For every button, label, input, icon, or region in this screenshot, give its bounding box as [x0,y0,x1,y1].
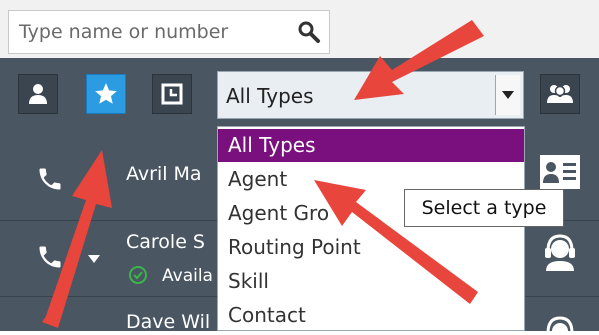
type-filter-select[interactable]: All Types [217,71,524,119]
search-icon[interactable] [297,20,321,44]
person-icon [29,84,47,104]
select-dropdown-button[interactable] [495,75,520,115]
tooltip: Select a type [404,189,564,227]
dropdown-option-routing-point[interactable]: Routing Point [218,231,524,264]
type-filter-value: All Types [226,84,314,108]
chevron-down-icon [502,91,514,99]
team-button[interactable] [540,74,580,114]
status-text: Availa [162,266,213,286]
history-icon [161,83,183,105]
star-icon [95,83,117,104]
dropdown-option-all-types[interactable]: All Types [218,129,524,162]
search-input[interactable] [9,11,279,53]
dropdown-option-contact[interactable]: Contact [218,299,524,330]
headset-icon[interactable] [540,231,580,273]
person-filter-button[interactable] [18,74,58,114]
contact-name[interactable]: Dave Wil [126,311,210,333]
toolbar: All Types [0,58,599,135]
contact-card-icon[interactable] [538,153,582,191]
available-status-icon [129,266,147,284]
favorites-filter-button[interactable] [86,74,126,114]
group-icon [547,85,573,103]
type-dropdown-list: All Types Agent Agent Gro Routing Point … [217,126,525,331]
history-filter-button[interactable] [152,74,192,114]
phone-icon[interactable] [36,165,64,193]
search-box[interactable] [8,10,330,54]
contact-name[interactable]: Avril Ma [126,163,202,185]
search-area [0,0,599,58]
chevron-down-icon[interactable] [88,255,100,263]
headset-icon[interactable] [540,309,580,335]
phone-icon[interactable] [36,243,64,271]
dropdown-option-skill[interactable]: Skill [218,265,524,298]
contact-name[interactable]: Carole S [126,231,205,253]
